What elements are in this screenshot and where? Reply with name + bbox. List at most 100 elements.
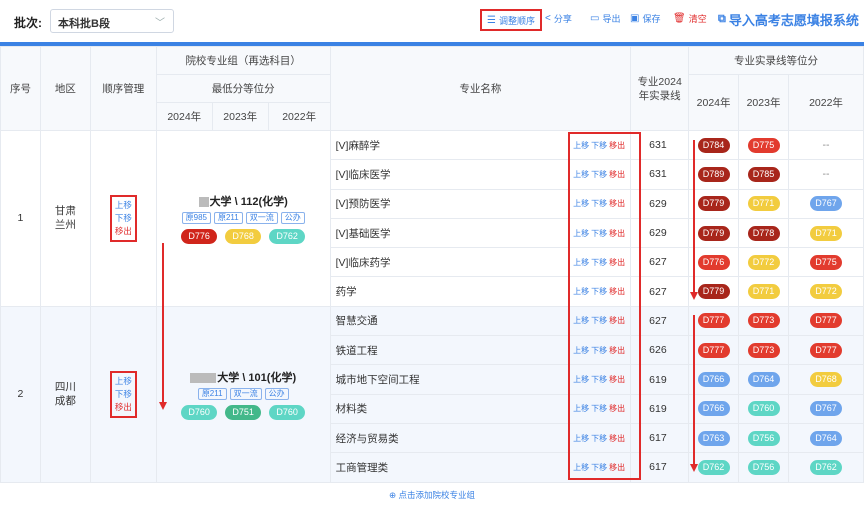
major-rank-cell: D771 (738, 188, 789, 219)
batch-select[interactable]: 本科批B段 ﹀ (50, 9, 174, 33)
major-down-button[interactable]: 下移 (591, 404, 607, 413)
major-remove-button[interactable]: 移出 (609, 170, 625, 179)
major-down-button[interactable]: 下移 (591, 287, 607, 296)
major-up-button[interactable]: 上移 (573, 258, 589, 267)
major-down-button[interactable]: 下移 (591, 258, 607, 267)
major-down-button[interactable]: 下移 (591, 141, 607, 150)
major-up-button[interactable]: 上移 (573, 287, 589, 296)
major-remove-button[interactable]: 移出 (609, 141, 625, 150)
major-remove-button[interactable]: 移出 (609, 463, 625, 472)
major-remove-button[interactable]: 移出 (609, 258, 625, 267)
min-rank-pills: D776 D768 D762 (157, 228, 330, 244)
major-down-button[interactable]: 下移 (591, 375, 607, 384)
clear-button[interactable]: 🗑 清空 (673, 12, 707, 25)
major-rank-cell: D767 (788, 393, 864, 424)
major-rank-badge: D764 (810, 430, 842, 446)
header-rank-2024: 2024年 (688, 74, 740, 131)
header-group: 院校专业组（再选科目） (155, 46, 331, 75)
major-rank-badge: D777 (697, 342, 730, 358)
region-cell: 四川成都 (39, 305, 91, 483)
import-system-button[interactable]: ⧉ 导入高考志愿填报系统 (718, 10, 859, 29)
major-down-button[interactable]: 下移 (591, 170, 607, 179)
major-name: 经济与贸易类 (329, 422, 558, 454)
major-rank-cell: D762 (788, 452, 864, 483)
major-down-button[interactable]: 下移 (591, 463, 607, 472)
group-down-button[interactable]: 下移 (115, 212, 132, 225)
header-rank-group: 专业实录线等位分 (688, 46, 864, 75)
major-rank-cell: D756 (738, 422, 789, 454)
major-up-button[interactable]: 上移 (573, 170, 589, 179)
college-tag: 公办 (264, 387, 289, 400)
major-rank-cell: D779 (688, 188, 740, 219)
major-up-button[interactable]: 上移 (573, 375, 589, 384)
major-score: 626 (630, 335, 690, 366)
major-down-button[interactable]: 下移 (591, 229, 607, 238)
major-name: 智慧交通 (329, 305, 558, 337)
college-tags: 原985 原211 双一流 公办 (157, 211, 330, 224)
major-remove-button[interactable]: 移出 (609, 287, 625, 296)
major-rank-cell: D764 (788, 422, 864, 454)
major-score: 619 (630, 364, 690, 395)
major-remove-button[interactable]: 移出 (609, 229, 625, 238)
major-down-button[interactable]: 下移 (591, 346, 607, 355)
major-ops-cell: 上移 下移 移出 (557, 159, 632, 190)
major-rank-cell: D766 (688, 393, 740, 424)
major-rank-cell: D771 (788, 217, 864, 249)
major-rank-badge: D762 (810, 459, 842, 475)
major-down-button[interactable]: 下移 (591, 434, 607, 443)
table-row: 1 甘肃兰州 上移 下移 移出 大学 \ 112(化学) 原985 原211 双一流 公办 D776… (0, 129, 864, 307)
major-remove-button[interactable]: 移出 (609, 316, 625, 325)
major-rank-badge: D778 (747, 225, 780, 241)
major-remove-button[interactable]: 移出 (609, 404, 625, 413)
major-remove-button[interactable]: 移出 (609, 199, 625, 208)
major-rank-cell: D766 (688, 364, 740, 395)
major-up-button[interactable]: 上移 (573, 404, 589, 413)
major-rank-cell: D789 (688, 159, 740, 190)
share-label: 分享 (553, 14, 572, 24)
major-rank-badge: D776 (697, 254, 730, 270)
group-up-button[interactable]: 上移 (115, 375, 132, 388)
major-score: 617 (630, 452, 690, 483)
major-up-button[interactable]: 上移 (573, 346, 589, 355)
major-rank-badge: D771 (810, 225, 842, 241)
major-up-button[interactable]: 上移 (573, 316, 589, 325)
group-remove-button[interactable]: 移出 (115, 225, 132, 238)
group-remove-button[interactable]: 移出 (115, 401, 132, 414)
export-icon: ▭ (590, 13, 600, 24)
major-up-button[interactable]: 上移 (573, 141, 589, 150)
major-up-button[interactable]: 上移 (573, 463, 589, 472)
college-name[interactable]: 大学 \ 101(化学) (157, 369, 330, 385)
major-down-button[interactable]: 下移 (591, 199, 607, 208)
major-rank-cell: D768 (788, 364, 864, 395)
save-button[interactable]: ▣ 保存 (630, 12, 660, 25)
major-up-button[interactable]: 上移 (573, 434, 589, 443)
group-order-controls: 上移 下移 移出 (109, 370, 137, 418)
major-ops-cell: 上移 下移 移出 (557, 276, 632, 307)
college-name[interactable]: 大学 \ 112(化学) (157, 193, 330, 209)
group-up-button[interactable]: 上移 (115, 199, 132, 212)
major-up-button[interactable]: 上移 (573, 199, 589, 208)
major-remove-button[interactable]: 移出 (609, 346, 625, 355)
major-remove-button[interactable]: 移出 (609, 375, 625, 384)
major-down-button[interactable]: 下移 (591, 316, 607, 325)
add-group-button[interactable]: ⊕ 点击添加院校专业组 (0, 481, 864, 508)
redacted-mask (198, 196, 209, 207)
order-arrow-right-2 (693, 315, 695, 465)
major-rank-cell: D776 (688, 247, 740, 278)
share-button[interactable]: < 分享 (545, 12, 572, 25)
major-ops-cell: 上移 下移 移出 (557, 305, 632, 337)
export-button[interactable]: ▭ 导出 (590, 12, 620, 25)
major-up-button[interactable]: 上移 (573, 229, 589, 238)
share-icon: < (545, 13, 551, 24)
group-down-button[interactable]: 下移 (115, 388, 132, 401)
major-remove-button[interactable]: 移出 (609, 434, 625, 443)
major-rank-cell: D778 (738, 217, 789, 249)
major-name: [V]临床药学 (329, 247, 558, 278)
region-text: 甘肃兰州 (54, 205, 76, 232)
major-name: [V]临床医学 (329, 159, 558, 190)
region-text: 四川成都 (54, 381, 76, 408)
min-rank-pills: D760 D751 D760 (157, 404, 330, 420)
import-label: 导入高考志愿填报系统 (728, 13, 859, 28)
arrowhead-left (159, 402, 167, 410)
adjust-order-button[interactable]: ☰ 调整顺序 (480, 9, 542, 31)
